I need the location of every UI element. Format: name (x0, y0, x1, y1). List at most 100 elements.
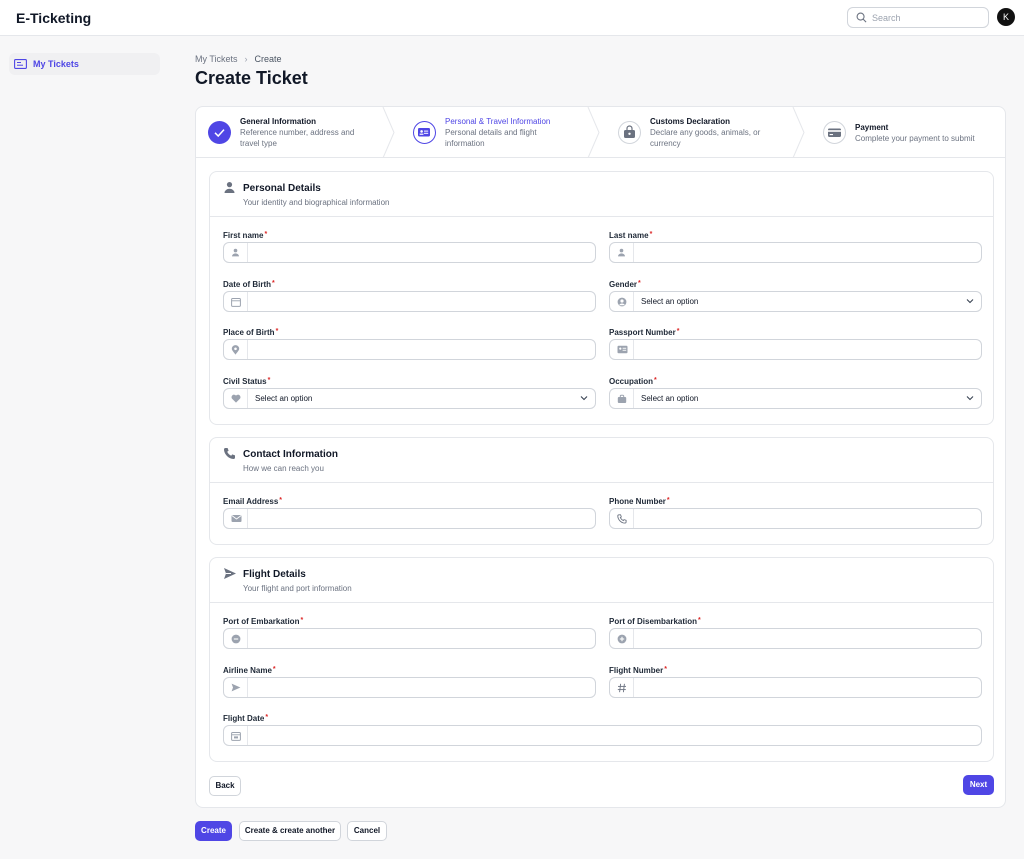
page-title: Create Ticket (195, 68, 308, 88)
passport-number-input[interactable] (609, 339, 982, 360)
section-title: Contact Information (243, 449, 338, 460)
sidebar-item-my-tickets[interactable]: My Tickets (9, 53, 160, 75)
section-title: Flight Details (243, 569, 306, 580)
step-title: Personal & Travel Information (445, 117, 551, 126)
chevron-down-icon (580, 396, 588, 401)
step-personal-travel[interactable]: Personal & Travel Information Personal d… (401, 107, 597, 158)
breadcrumb: My Tickets › Create (195, 54, 282, 64)
field-label: Phone Number* (609, 497, 670, 506)
search-input[interactable]: Search (847, 7, 989, 28)
port-of-embarkation-input[interactable] (223, 628, 596, 649)
phone-number-input[interactable] (609, 508, 982, 529)
briefcase-icon (617, 394, 627, 403)
create-button[interactable]: Create (195, 821, 232, 841)
cancel-button[interactable]: Cancel (347, 821, 387, 841)
step-separator (587, 107, 600, 158)
map-pin-icon (231, 345, 240, 355)
last-name-input[interactable] (609, 242, 982, 263)
id-card-icon (617, 345, 628, 354)
contact-information-section: Contact Information How we can reach you… (209, 437, 994, 545)
field-label: Civil Status* (223, 377, 271, 386)
gender-select[interactable]: Select an option (609, 291, 982, 312)
occupation-select[interactable]: Select an option (609, 388, 982, 409)
user-icon (618, 248, 625, 257)
avatar[interactable]: K (997, 8, 1015, 26)
step-title: Payment (855, 123, 889, 132)
flight-number-input[interactable] (609, 677, 982, 698)
paper-plane-icon (224, 568, 236, 579)
select-value: Select an option (255, 394, 313, 403)
step-general-information[interactable]: General Information Reference number, ad… (196, 107, 392, 158)
envelope-icon (231, 515, 242, 522)
back-button[interactable]: Back (209, 776, 241, 796)
create-and-create-another-button[interactable]: Create & create another (239, 821, 341, 841)
personal-details-section: Personal Details Your identity and biogr… (209, 171, 994, 425)
step-description: Reference number, address and travel typ… (240, 128, 355, 148)
paper-plane-icon (231, 683, 241, 692)
field-label: Occupation* (609, 377, 657, 386)
top-bar: E-Ticketing Search K (0, 0, 1024, 36)
user-circle-icon (617, 297, 627, 307)
bag-icon (618, 121, 641, 144)
hash-icon (617, 683, 626, 693)
section-header: Personal Details Your identity and biogr… (210, 172, 993, 217)
section-subtitle: Your identity and biographical informati… (243, 198, 390, 207)
user-icon (224, 182, 235, 193)
step-title: General Information (240, 117, 317, 126)
field-label: Passport Number* (609, 328, 680, 337)
flight-details-section: Flight Details Your flight and port info… (209, 557, 994, 762)
civil-status-select[interactable]: Select an option (223, 388, 596, 409)
ticket-icon (14, 59, 27, 69)
field-label: Email Address* (223, 497, 283, 506)
chevron-down-icon (966, 396, 974, 401)
flight-date-input[interactable] (223, 725, 982, 746)
phone-icon (617, 514, 627, 524)
search-placeholder: Search (872, 13, 901, 23)
calendar-icon (231, 732, 241, 741)
heart-icon (231, 394, 241, 403)
breadcrumb-current: Create (254, 54, 282, 64)
airline-name-input[interactable] (223, 677, 596, 698)
step-separator (382, 107, 395, 158)
search-icon (856, 12, 867, 23)
email-address-input[interactable] (223, 508, 596, 529)
field-label: Airline Name* (223, 666, 276, 675)
section-header: Flight Details Your flight and port info… (210, 558, 993, 603)
field-label: First name* (223, 231, 268, 240)
sidebar-item-label: My Tickets (33, 59, 79, 69)
place-of-birth-input[interactable] (223, 339, 596, 360)
check-icon (208, 121, 231, 144)
minus-circle-icon (231, 634, 241, 644)
next-button[interactable]: Next (963, 775, 994, 795)
field-label: Date of Birth* (223, 280, 275, 289)
step-payment[interactable]: Payment Complete your payment to submit (811, 107, 1005, 158)
select-value: Select an option (641, 394, 699, 403)
step-description: Declare any goods, animals, or currency (650, 128, 761, 148)
field-label: Place of Birth* (223, 328, 279, 337)
step-description: Complete your payment to submit (855, 134, 975, 143)
date-of-birth-input[interactable] (223, 291, 596, 312)
select-value: Select an option (641, 297, 699, 306)
section-subtitle: Your flight and port information (243, 584, 352, 593)
step-title: Customs Declaration (650, 117, 731, 126)
field-label: Port of Disembarkation* (609, 617, 701, 626)
user-icon (232, 248, 239, 257)
field-label: Last name* (609, 231, 653, 240)
first-name-input[interactable] (223, 242, 596, 263)
step-description: Personal details and flight information (445, 128, 537, 148)
wizard-steps: General Information Reference number, ad… (196, 107, 1005, 158)
step-separator (792, 107, 805, 158)
breadcrumb-link-my-tickets[interactable]: My Tickets (195, 54, 238, 64)
wizard: General Information Reference number, ad… (195, 106, 1006, 808)
chevron-down-icon (966, 299, 974, 304)
plus-circle-icon (617, 634, 627, 644)
id-card-icon (413, 121, 436, 144)
field-label: Flight Date* (223, 714, 269, 723)
breadcrumb-chevron-icon: › (244, 54, 248, 64)
field-label: Port of Embarkation* (223, 617, 304, 626)
field-label: Flight Number* (609, 666, 667, 675)
step-customs-declaration[interactable]: Customs Declaration Declare any goods, a… (606, 107, 802, 158)
app-title[interactable]: E-Ticketing (16, 10, 91, 26)
phone-icon (224, 448, 235, 459)
port-of-disembarkation-input[interactable] (609, 628, 982, 649)
